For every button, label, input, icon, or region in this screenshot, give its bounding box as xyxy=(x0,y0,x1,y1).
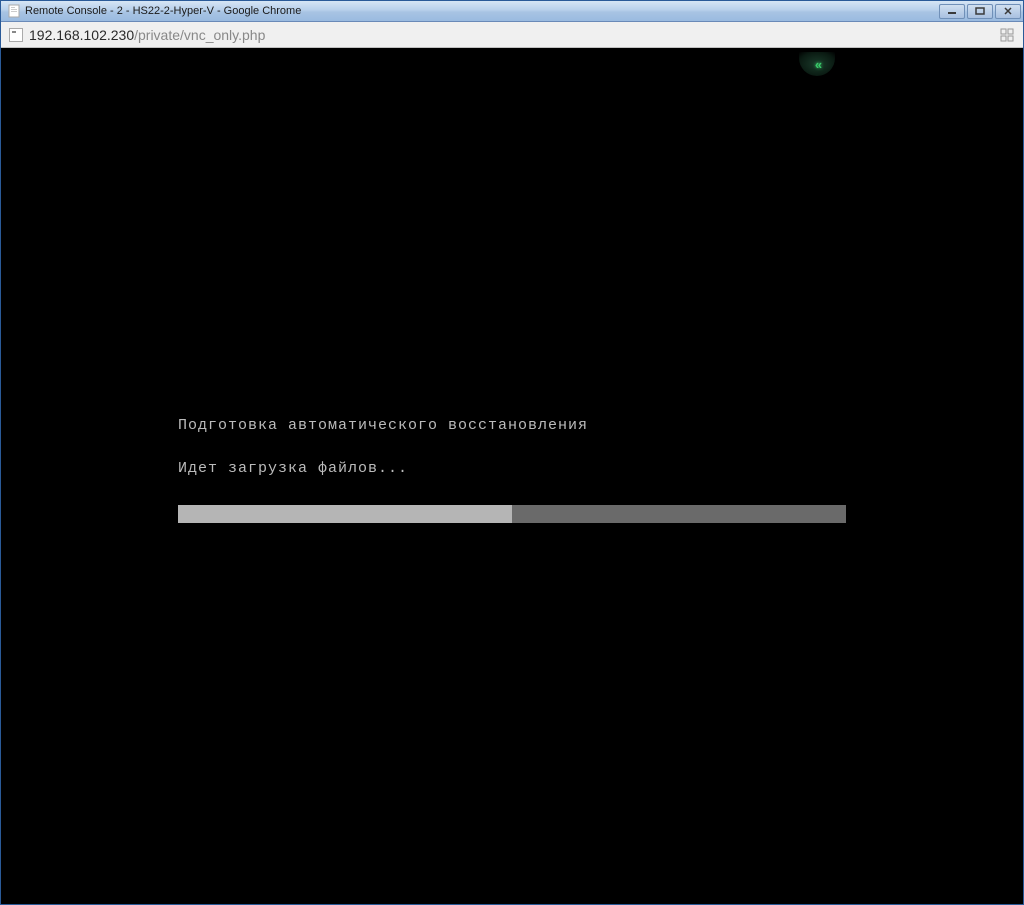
progress-bar xyxy=(178,505,846,523)
chevron-left-double-icon: « xyxy=(815,57,819,72)
document-icon xyxy=(7,4,21,18)
window-titlebar[interactable]: Remote Console - 2 - HS22-2-Hyper-V - Go… xyxy=(1,1,1023,22)
page-icon xyxy=(9,28,23,42)
close-button[interactable] xyxy=(995,4,1021,19)
boot-status-line-2: Идет загрузка файлов... xyxy=(178,460,846,477)
address-bar[interactable]: 192.168.102.230 /private/vnc_only.php xyxy=(1,22,1023,48)
boot-screen: Подготовка автоматического восстановлени… xyxy=(178,417,846,523)
url-host: 192.168.102.230 xyxy=(29,27,134,43)
url-path: /private/vnc_only.php xyxy=(134,27,265,43)
boot-status-line-1: Подготовка автоматического восстановлени… xyxy=(178,417,846,434)
browser-window: Remote Console - 2 - HS22-2-Hyper-V - Go… xyxy=(0,0,1024,905)
window-controls xyxy=(939,4,1021,19)
panel-toggle-handle[interactable]: « xyxy=(799,52,835,76)
progress-fill xyxy=(178,505,512,523)
maximize-button[interactable] xyxy=(967,4,993,19)
window-title: Remote Console - 2 - HS22-2-Hyper-V - Go… xyxy=(25,5,939,17)
page-action-icon[interactable] xyxy=(999,27,1015,43)
minimize-button[interactable] xyxy=(939,4,965,19)
vnc-content[interactable]: « Подготовка автоматического восстановле… xyxy=(1,48,1023,904)
